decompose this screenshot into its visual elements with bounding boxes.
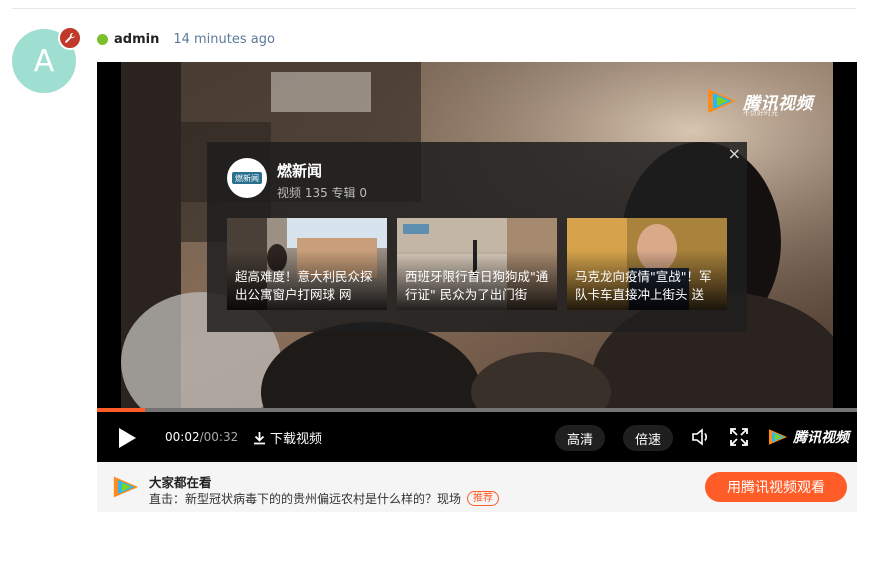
download-button[interactable]: 下载视频 — [253, 428, 322, 447]
total-time: /00:32 — [199, 430, 239, 444]
recommended-video-title: 超高难度！意大利民众探出公寓窗户打网球 网 — [235, 269, 373, 302]
recommended-video-card[interactable]: 超高难度！意大利民众探出公寓窗户打网球 网 — [227, 218, 387, 310]
open-in-tencent-video-button[interactable]: 用腾讯视频观看 — [705, 472, 847, 502]
speed-button[interactable]: 倍速 — [623, 425, 674, 451]
quality-button[interactable]: 高清 — [555, 425, 606, 451]
video-player[interactable]: 腾讯视频 不负好时光 × 燃新闻 燃新闻 视频 135 专辑 0 超高难度！意大… — [97, 62, 857, 462]
current-time: 00:02 — [165, 430, 200, 444]
avatar-letter: A — [33, 43, 55, 79]
recommended-video-card[interactable]: 西班牙限行首日狗狗成"通行证" 民众为了出门街 — [397, 218, 557, 310]
channel-logo-text: 燃新闻 — [232, 172, 262, 184]
post-timestamp[interactable]: 14 minutes ago — [173, 32, 275, 47]
close-icon[interactable]: × — [728, 144, 741, 163]
time-display: 00:02/00:32 — [165, 430, 238, 444]
admin-wrench-icon — [58, 26, 82, 50]
recommended-video-title: 西班牙限行首日狗狗成"通行证" 民众为了出门街 — [405, 269, 549, 302]
post-meta: admin 14 minutes ago — [97, 30, 275, 48]
volume-icon[interactable] — [691, 427, 711, 447]
player-controls: 00:02/00:32 下载视频 高清 倍速 腾讯视频 — [97, 412, 857, 462]
recommended-video-card[interactable]: 马克龙向疫情"宣战"！军队卡车直接冲上街头 送 — [567, 218, 727, 310]
channel-logo[interactable]: 燃新闻 — [227, 158, 267, 198]
username[interactable]: admin — [114, 32, 159, 47]
tencent-video-logo-icon — [708, 89, 736, 113]
online-status-icon — [97, 33, 108, 45]
trending-headline[interactable]: 直击：新型冠状病毒下的的贵州偏远农村是什么样的？现场 — [149, 490, 461, 507]
download-label: 下载视频 — [270, 432, 323, 447]
channel-recommend-panel: × 燃新闻 燃新闻 视频 135 专辑 0 超高难度！意大利民众探出公寓窗户打网… — [207, 142, 747, 332]
channel-name[interactable]: 燃新闻 — [277, 160, 322, 181]
tencent-video-watermark: 腾讯视频 不负好时光 — [705, 86, 813, 117]
recommend-tag: 推荐 — [467, 491, 500, 506]
play-icon[interactable] — [117, 427, 137, 449]
trending-headline-row: 直击：新型冠状病毒下的的贵州偏远农村是什么样的？现场 推荐 — [149, 490, 500, 507]
tencent-video-brand-button[interactable]: 腾讯视频 — [767, 427, 849, 447]
brand-label: 腾讯视频 — [793, 430, 849, 446]
post-page: A admin 14 minutes ago 腾讯视频 不负好时光 × 燃新闻 … — [0, 0, 884, 564]
watermark-slogan: 不负好时光 — [743, 109, 778, 117]
trending-bar[interactable]: 大家都在看 直击：新型冠状病毒下的的贵州偏远农村是什么样的？现场 推荐 用腾讯视… — [97, 462, 857, 512]
trending-title: 大家都在看 — [149, 475, 212, 490]
fullscreen-icon[interactable] — [730, 428, 748, 446]
divider — [12, 8, 856, 9]
channel-stats: 视频 135 专辑 0 — [277, 186, 367, 200]
tencent-video-logo-icon — [113, 476, 139, 498]
download-icon — [254, 431, 265, 444]
recommended-video-title: 马克龙向疫情"宣战"！军队卡车直接冲上街头 送 — [575, 269, 712, 302]
tencent-video-logo-icon — [768, 429, 788, 445]
